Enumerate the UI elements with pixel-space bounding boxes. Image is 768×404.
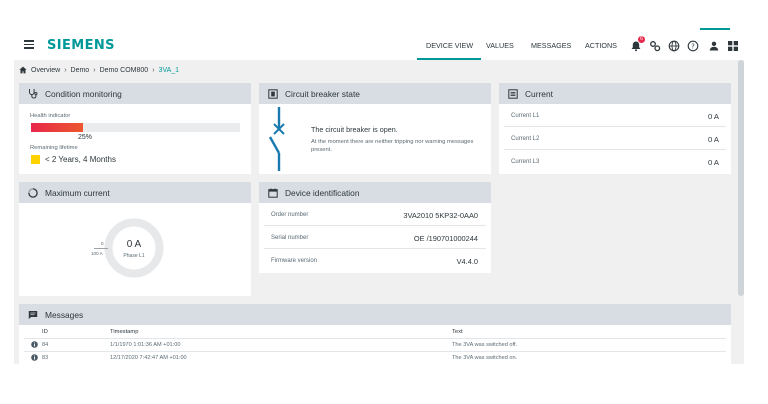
message-id: 84 bbox=[42, 342, 49, 348]
device-row-order: Order number 3VA2010 5KP32-0AA0 bbox=[264, 203, 486, 226]
breaker-icon bbox=[268, 88, 278, 99]
messages-table-header: ID Timestamp Text bbox=[19, 326, 731, 338]
svg-text:?: ? bbox=[691, 43, 695, 51]
current-header: Current bbox=[499, 83, 731, 104]
tab-actions[interactable]: ACTIONS bbox=[585, 41, 617, 50]
tab-messages[interactable]: MESSAGES bbox=[531, 41, 571, 50]
main-content: Overview › Demo › Demo COM800 › 3VA_1 Co… bbox=[14, 60, 744, 364]
card-title: Current bbox=[525, 88, 553, 99]
calendar-icon bbox=[268, 188, 278, 198]
breadcrumb-separator: › bbox=[93, 66, 96, 74]
device-identification-card: Device identification Order number 3VA20… bbox=[259, 182, 491, 273]
bell-icon[interactable]: 6 bbox=[630, 36, 645, 52]
column-text[interactable]: Text bbox=[452, 329, 463, 335]
tab-device-view[interactable]: DEVICE VIEW bbox=[426, 41, 473, 50]
card-title: Messages bbox=[45, 309, 84, 320]
order-number-label: Order number bbox=[271, 212, 309, 218]
firmware-version-label: Firmware version bbox=[271, 258, 318, 264]
gauge-scale-tick bbox=[94, 248, 108, 249]
globe-icon[interactable] bbox=[668, 39, 680, 52]
max-current-value: 0 A bbox=[126, 239, 142, 250]
breadcrumb-demo[interactable]: Demo bbox=[71, 67, 90, 74]
remaining-lifetime-label: Remaining lifetime bbox=[30, 145, 78, 151]
gauge-icon bbox=[28, 187, 38, 198]
condition-monitoring-header: Condition monitoring bbox=[19, 83, 251, 104]
messages-header: Messages bbox=[19, 304, 731, 325]
card-title: Circuit breaker state bbox=[285, 88, 360, 99]
menu-icon[interactable] bbox=[24, 40, 34, 49]
apps-icon[interactable] bbox=[727, 39, 739, 51]
breadcrumb-separator: › bbox=[152, 66, 155, 74]
condition-monitoring-card: Condition monitoring Health indicator 25… bbox=[19, 83, 251, 174]
breaker-state-text: The circuit breaker is open. bbox=[311, 125, 398, 134]
device-identification-header: Device identification bbox=[259, 182, 491, 203]
home-icon[interactable] bbox=[19, 66, 27, 74]
column-timestamp[interactable]: Timestamp bbox=[110, 329, 138, 335]
column-id[interactable]: ID bbox=[42, 329, 48, 335]
info-icon bbox=[31, 341, 38, 348]
health-indicator-fill bbox=[31, 123, 84, 132]
current-l1-label: Current L1 bbox=[511, 113, 540, 119]
message-text: The 3VA was switched on. bbox=[452, 355, 518, 361]
messages-card: Messages ID Timestamp Text 84 1/1/1970 1… bbox=[19, 304, 731, 364]
stethoscope-icon bbox=[29, 89, 38, 99]
order-number-value: 3VA2010 5KP32-0AA0 bbox=[403, 211, 478, 220]
message-icon bbox=[28, 310, 38, 319]
list-icon bbox=[508, 88, 518, 99]
current-l1-value: 0 A bbox=[708, 112, 719, 121]
current-row-l1: Current L1 0 A bbox=[504, 104, 726, 127]
settings-icon[interactable] bbox=[649, 39, 661, 52]
current-l2-value: 0 A bbox=[708, 135, 719, 144]
current-row-l2: Current L2 0 A bbox=[504, 127, 726, 150]
serial-number-value: OE /190701000244 bbox=[413, 234, 478, 243]
table-row[interactable]: 83 12/17/2020 7:42:47 AM +01:00 The 3VA … bbox=[19, 352, 731, 364]
siemens-logo: SIEMENS bbox=[47, 38, 115, 53]
user-icon[interactable] bbox=[708, 39, 720, 51]
breaker-open-symbol bbox=[268, 107, 285, 171]
breaker-detail-text: At the moment there are neither tripping… bbox=[311, 139, 474, 153]
help-icon[interactable]: ? bbox=[687, 39, 699, 52]
health-indicator-bar bbox=[31, 123, 240, 132]
maximum-current-header: Maximum current bbox=[19, 182, 251, 203]
card-title: Device identification bbox=[285, 187, 360, 198]
max-current-phase: Phase L1 bbox=[123, 253, 145, 259]
circuit-breaker-header: Circuit breaker state bbox=[259, 83, 491, 104]
current-card: Current Current L1 0 A Current L2 0 A Cu… bbox=[499, 83, 731, 174]
table-row[interactable]: 84 1/1/1970 1:01:36 AM +01:00 The 3VA wa… bbox=[19, 339, 731, 351]
breadcrumb-demo-com800[interactable]: Demo COM800 bbox=[100, 67, 149, 74]
breadcrumb-separator: › bbox=[64, 66, 67, 74]
current-l3-value: 0 A bbox=[708, 158, 719, 167]
card-title: Maximum current bbox=[45, 187, 110, 198]
maximum-current-card: Maximum current 0 A Phase L1 0 100 A bbox=[19, 182, 251, 296]
app-bar: SIEMENS DEVICE VIEW VALUES MESSAGES ACTI… bbox=[14, 28, 744, 60]
remaining-lifetime-value: < 2 Years, 4 Months bbox=[45, 155, 116, 164]
device-row-serial: Serial number OE /190701000244 bbox=[264, 226, 486, 249]
current-l2-label: Current L2 bbox=[511, 136, 540, 142]
breadcrumb: Overview › Demo › Demo COM800 › 3VA_1 bbox=[19, 66, 179, 74]
notification-badge: 6 bbox=[638, 36, 645, 43]
breadcrumb-overview[interactable]: Overview bbox=[31, 67, 60, 74]
serial-number-label: Serial number bbox=[271, 235, 309, 241]
gauge-scale-value: 100 A bbox=[91, 251, 103, 256]
firmware-version-value: V4.4.0 bbox=[456, 257, 478, 266]
health-indicator-label: Health indicator bbox=[30, 113, 71, 119]
lifetime-status-swatch bbox=[31, 155, 40, 164]
info-icon bbox=[31, 354, 38, 361]
current-l3-label: Current L3 bbox=[511, 159, 540, 165]
tab-values[interactable]: VALUES bbox=[486, 41, 514, 50]
vertical-scrollbar[interactable] bbox=[738, 60, 744, 296]
message-text: The 3VA was switched off. bbox=[452, 342, 518, 348]
health-indicator-value: 25% bbox=[78, 134, 93, 141]
message-id: 83 bbox=[42, 355, 49, 361]
card-title: Condition monitoring bbox=[45, 88, 122, 99]
message-timestamp: 12/17/2020 7:42:47 AM +01:00 bbox=[110, 355, 187, 361]
gauge-scale-top: 0 bbox=[101, 241, 104, 246]
message-timestamp: 1/1/1970 1:01:36 AM +01:00 bbox=[110, 342, 181, 348]
breadcrumb-current: 3VA_1 bbox=[158, 66, 180, 74]
user-tab-indicator bbox=[700, 28, 730, 30]
current-row-l3: Current L3 0 A bbox=[504, 150, 726, 173]
device-row-firmware: Firmware version V4.4.0 bbox=[264, 249, 486, 272]
circuit-breaker-card: Circuit breaker state The circuit breake… bbox=[259, 83, 491, 174]
